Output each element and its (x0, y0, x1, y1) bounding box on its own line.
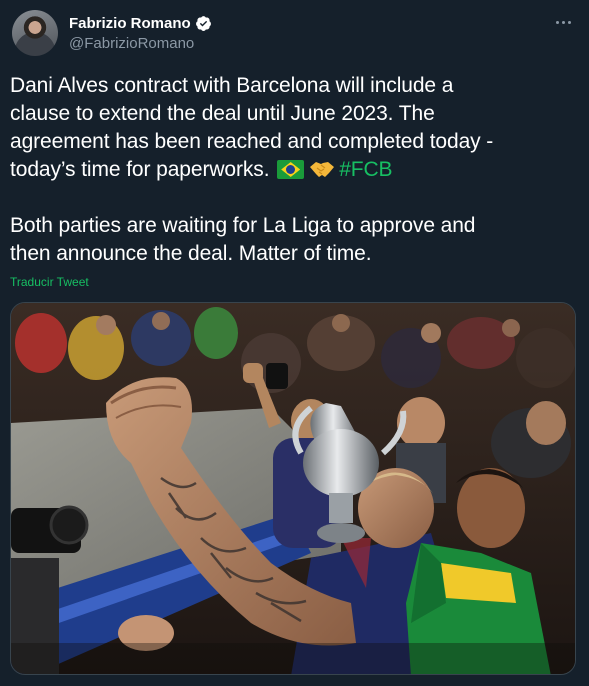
tweet-line: Both parties are waiting for La Liga to … (10, 214, 476, 237)
tweet-line: Dani Alves contract with Barcelona will … (10, 74, 454, 97)
author-avatar[interactable] (12, 10, 58, 56)
tweet-line-with-emoji: today’s time for paperworks. #FCB (10, 156, 580, 184)
hashtag-link[interactable]: #FCB (339, 158, 392, 181)
more-dot (567, 20, 571, 24)
handshake-icon (310, 162, 335, 177)
photo-icon (11, 303, 575, 674)
tweet-line: agreement has been reached and completed… (10, 130, 494, 153)
display-name-row: Fabrizio Romano (69, 13, 212, 33)
more-options-icon[interactable] (551, 12, 575, 32)
tweet-line-text: today’s time for paperworks. (10, 158, 270, 181)
author-handle[interactable]: @FabrizioRomano (69, 35, 212, 52)
brazil-flag-icon (277, 160, 305, 179)
tweet-card: Fabrizio Romano @FabrizioRomano Dani Alv… (0, 0, 589, 686)
tweet-header: Fabrizio Romano @FabrizioRomano (0, 0, 589, 60)
author-names: Fabrizio Romano @FabrizioRomano (69, 13, 212, 52)
more-dot (561, 20, 565, 24)
tweet-line: then announce the deal. Matter of time. (10, 242, 372, 265)
tweet-line: clause to extend the deal until June 202… (10, 102, 435, 125)
verified-badge-icon (195, 15, 211, 31)
tweet-photo[interactable] (10, 302, 576, 675)
more-dot (555, 20, 559, 24)
author-display-name[interactable]: Fabrizio Romano (69, 15, 191, 32)
translate-tweet-link[interactable]: Traducir Tweet (10, 275, 89, 289)
tweet-text: Dani Alves contract with Barcelona will … (10, 72, 580, 268)
